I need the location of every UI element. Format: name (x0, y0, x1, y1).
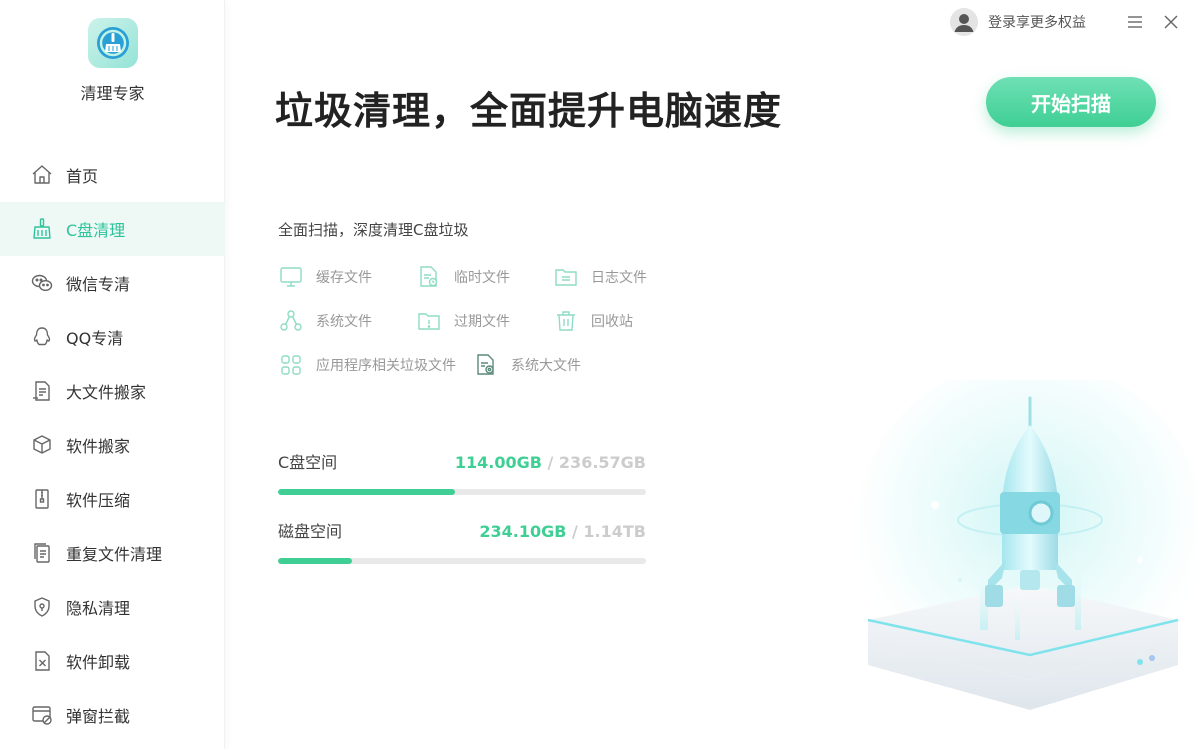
sidebar-item-label: 软件卸载 (66, 653, 131, 672)
close-button[interactable] (1160, 11, 1182, 33)
zip-icon (35, 489, 49, 509)
app-logo-icon (87, 18, 138, 68)
category-label: 系统大文件 (511, 358, 581, 374)
large-file-icon (33, 381, 50, 401)
rocket-illustration (840, 360, 1200, 749)
trash-icon (557, 311, 575, 331)
sidebar-item-label: 软件搬家 (66, 437, 131, 456)
usage-bar (278, 558, 646, 564)
category-label: 临时文件 (454, 270, 510, 286)
sidebar-item-popup-block[interactable]: 弹窗拦截 (0, 688, 225, 742)
usage-bar (278, 489, 646, 495)
network-icon (280, 310, 302, 331)
usage-separator: / (566, 522, 584, 541)
usage-bar-fill (278, 558, 352, 564)
sidebar-nav: 首页 C盘清理 微信专清 QQ专清 大文件搬家 软件搬家 软件压缩 重复文件清理… (0, 148, 225, 742)
usage-total: 1.14TB (583, 522, 646, 541)
broom-icon (33, 218, 51, 239)
category-system-large-files: 系统大文件 (473, 352, 581, 378)
app-name: 清理专家 (80, 84, 145, 103)
category-label: 过期文件 (454, 314, 510, 330)
usage-bar-fill (278, 489, 455, 495)
close-icon (1164, 15, 1178, 29)
usage-used: 114.00GB (454, 453, 542, 472)
sidebar-item-label: 弹窗拦截 (66, 707, 131, 726)
temp-file-icon (420, 266, 438, 287)
home-icon (32, 165, 52, 184)
sidebar-item-home[interactable]: 首页 (0, 148, 225, 202)
usage-label: C盘空间 (278, 453, 338, 472)
category-expired-files: 过期文件 (416, 308, 510, 334)
box-move-icon (33, 435, 51, 454)
sidebar-item-label: 隐私清理 (66, 599, 131, 618)
category-cache-files: 缓存文件 (278, 264, 372, 290)
category-temp-files: 临时文件 (416, 264, 510, 290)
sidebar-item-label: 首页 (66, 167, 99, 186)
app-window: 清理专家 首页 C盘清理 微信专清 QQ专清 大文件搬家 软件搬家 软件压缩 重… (0, 0, 1200, 749)
usage-label: 磁盘空间 (278, 522, 343, 541)
doc-gear-icon (477, 354, 494, 375)
category-system-files: 系统文件 (278, 308, 372, 334)
qq-icon (33, 327, 51, 346)
avatar (950, 8, 978, 36)
monitor-icon (280, 267, 302, 287)
sidebar-item-software-move[interactable]: 软件搬家 (0, 418, 225, 472)
sidebar-item-privacy-clean[interactable]: 隐私清理 (0, 580, 225, 634)
expired-folder-icon (418, 313, 440, 330)
category-label: 日志文件 (591, 270, 647, 286)
sidebar-item-software-compress[interactable]: 软件压缩 (0, 472, 225, 526)
apps-grid-icon (281, 355, 301, 375)
usage-separator: / (541, 453, 559, 472)
login-text: 登录享更多权益 (988, 15, 1086, 31)
uninstall-icon (35, 651, 50, 671)
sidebar-item-label: 微信专清 (66, 275, 131, 294)
usage-value: 114.00GB / 236.57GB (455, 453, 646, 472)
disk-usage: 磁盘空间 234.10GB / 1.14TB (278, 518, 646, 564)
popup-block-icon (32, 706, 52, 725)
wechat-icon (31, 274, 53, 292)
login-button[interactable]: 登录享更多权益 (950, 8, 1086, 36)
sidebar-item-label: C盘清理 (66, 221, 126, 240)
category-recycle-bin: 回收站 (553, 308, 633, 334)
c-drive-usage: C盘空间 114.00GB / 236.57GB (278, 449, 646, 495)
menu-icon (1128, 16, 1142, 28)
sidebar: 清理专家 首页 C盘清理 微信专清 QQ专清 大文件搬家 软件搬家 软件压缩 重… (0, 0, 225, 749)
sidebar-item-label: 大文件搬家 (66, 383, 147, 402)
sidebar-item-qq-clean[interactable]: QQ专清 (0, 310, 225, 364)
sidebar-item-c-drive-clean[interactable]: C盘清理 (0, 202, 225, 256)
usage-total: 236.57GB (558, 453, 646, 472)
duplicate-file-icon (34, 543, 50, 563)
sidebar-item-large-file-move[interactable]: 大文件搬家 (0, 364, 225, 418)
sidebar-item-label: QQ专清 (66, 329, 124, 348)
page-headline: 垃圾清理，全面提升电脑速度 (275, 89, 783, 133)
category-app-junk-files: 应用程序相关垃圾文件 (278, 352, 456, 378)
rocket-icon (855, 360, 1200, 710)
category-label: 应用程序相关垃圾文件 (316, 358, 456, 374)
start-scan-button[interactable]: 开始扫描 (986, 77, 1156, 127)
sidebar-item-uninstall[interactable]: 软件卸载 (0, 634, 225, 688)
usage-used: 234.10GB (479, 522, 567, 541)
sidebar-item-wechat-clean[interactable]: 微信专清 (0, 256, 225, 310)
category-label: 回收站 (591, 314, 633, 330)
folder-icon (555, 269, 577, 286)
title-bar: 登录享更多权益 (950, 6, 1182, 38)
sidebar-item-duplicate-clean[interactable]: 重复文件清理 (0, 526, 225, 580)
menu-button[interactable] (1124, 11, 1146, 33)
category-label: 系统文件 (316, 314, 372, 330)
category-label: 缓存文件 (316, 270, 372, 286)
sidebar-item-label: 软件压缩 (66, 491, 131, 510)
category-log-files: 日志文件 (553, 264, 647, 290)
sidebar-item-label: 重复文件清理 (66, 545, 163, 564)
scan-subtitle: 全面扫描，深度清理C盘垃圾 (278, 221, 469, 239)
privacy-shield-icon (34, 597, 50, 617)
usage-value: 234.10GB / 1.14TB (479, 522, 646, 541)
brand: 清理专家 (0, 18, 225, 104)
user-icon (950, 8, 978, 36)
